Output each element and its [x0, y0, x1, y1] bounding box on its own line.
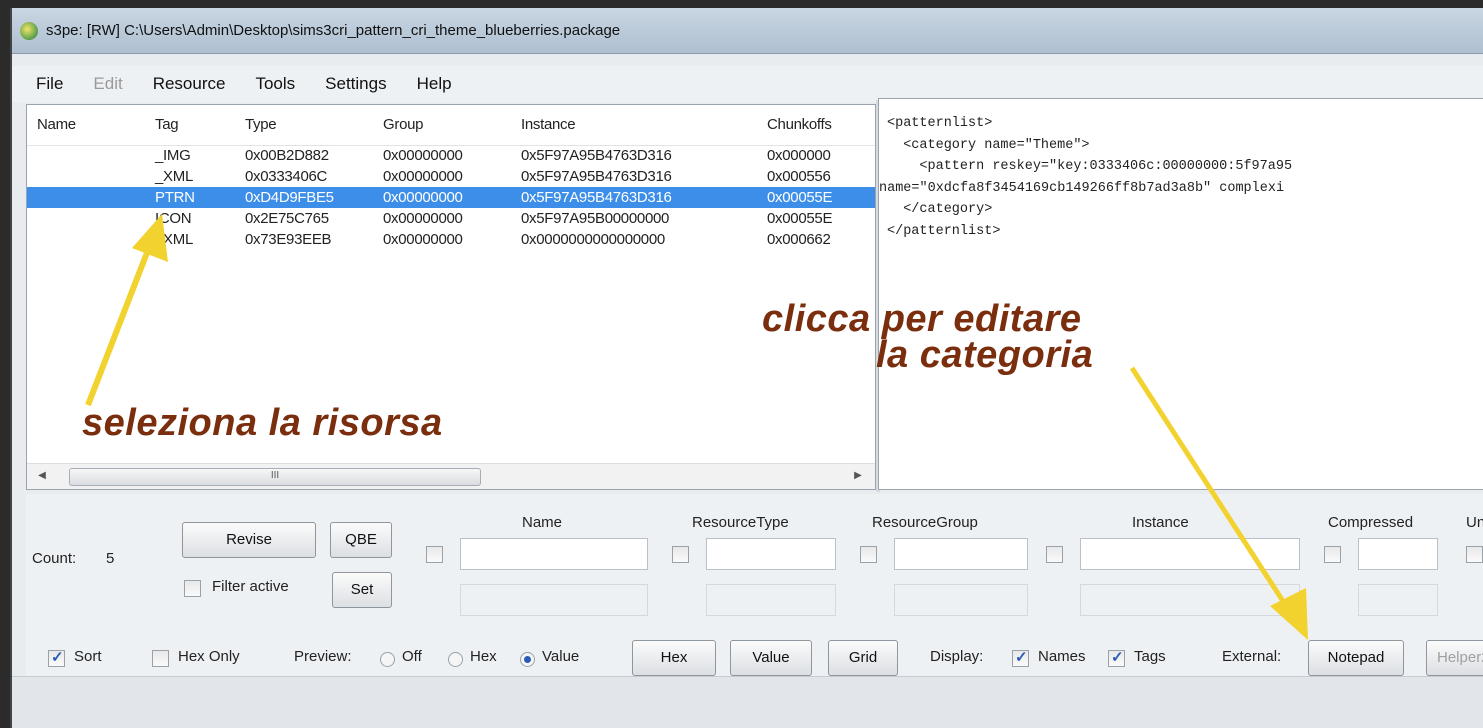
arrow-to-notepad	[1129, 366, 1308, 640]
arrow-to-resource	[85, 214, 168, 407]
annotation-arrows	[85, 214, 1308, 640]
